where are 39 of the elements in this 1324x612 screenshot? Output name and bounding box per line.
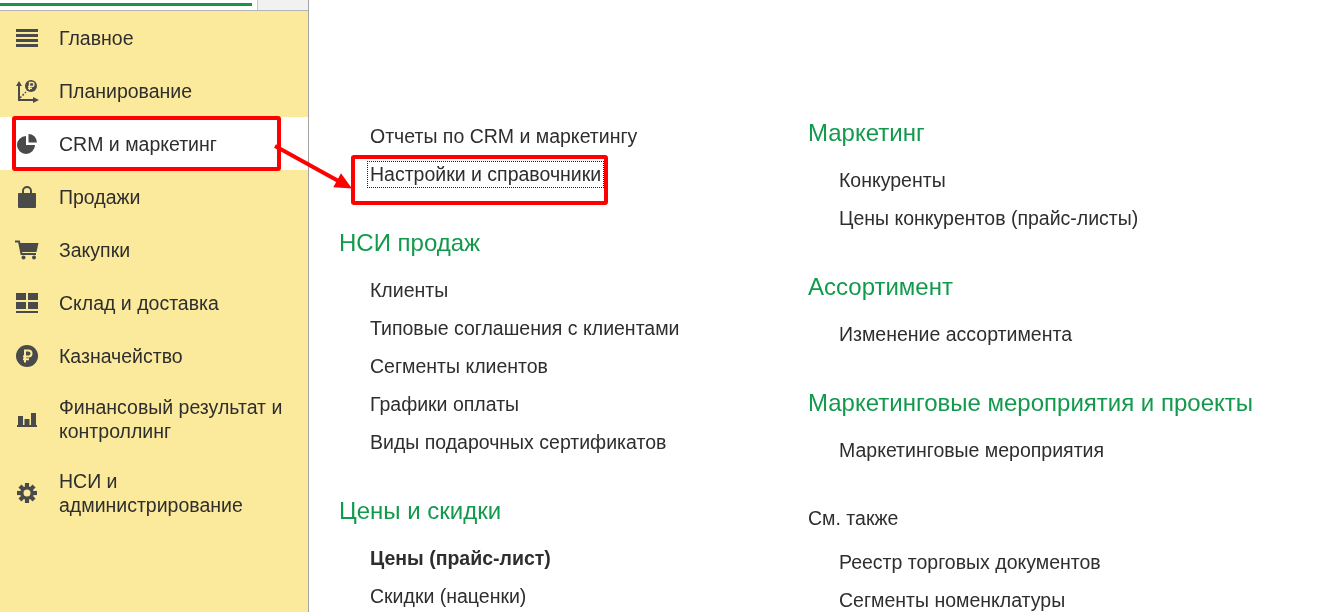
gear-icon [17, 483, 37, 503]
section-link[interactable]: Отчеты по CRM и маркетингу [367, 122, 641, 150]
section-link[interactable]: Настройки и справочники [367, 160, 605, 188]
section-link[interactable]: Изменение ассортимента [836, 320, 1075, 348]
section-link[interactable]: Сегменты номенклатуры [836, 586, 1069, 612]
section-heading: Маркетинговые мероприятия и проекты [808, 388, 1253, 418]
bar-chart-icon [17, 411, 37, 427]
section-heading: Ассортимент [808, 272, 953, 302]
sidebar-item[interactable]: Казначейство [0, 329, 308, 382]
sidebar-item[interactable]: Планирование [0, 64, 308, 117]
sidebar-item[interactable]: Закупки [0, 223, 308, 276]
shopping-cart-icon [15, 239, 39, 260]
ruble-coin-icon [16, 344, 38, 367]
menu-icon [16, 28, 38, 47]
section-link[interactable]: Маркетинговые мероприятия [836, 436, 1108, 464]
section-link[interactable]: Типовые соглашения с клиентами [367, 314, 683, 342]
sidebar-item[interactable]: Продажи [0, 170, 308, 223]
section-link[interactable]: Клиенты [367, 276, 452, 304]
section-link[interactable]: Виды подарочных сертификатов [367, 428, 670, 456]
shopping-bag-icon [17, 185, 37, 208]
section-heading: Цены и скидки [339, 496, 502, 526]
chart-axes-icon [15, 78, 39, 103]
corner-block [257, 0, 308, 10]
boxes-icon [16, 292, 38, 313]
sidebar-item[interactable]: НСИ и администрирование [0, 456, 308, 530]
see-also-heading: См. также [808, 506, 899, 531]
section-link[interactable]: Цены конкурентов (прайс-листы) [836, 204, 1142, 232]
section-link[interactable]: Конкуренты [836, 166, 949, 194]
section-link[interactable]: Сегменты клиентов [367, 352, 551, 380]
section-link[interactable]: Скидки (наценки) [367, 582, 530, 610]
section-link[interactable]: Реестр торговых документов [836, 548, 1104, 576]
section-link[interactable]: Цены (прайс-лист) [367, 544, 554, 572]
section-link[interactable]: Графики оплаты [367, 390, 523, 418]
sidebar-item[interactable]: Финансовый результат и контроллинг [0, 382, 308, 456]
sidebar-item[interactable]: Склад и доставка [0, 276, 308, 329]
sidebar-item[interactable]: Главное [0, 11, 308, 64]
pie-chart-icon [16, 132, 38, 155]
section-heading: НСИ продаж [339, 228, 481, 258]
section-heading: Маркетинг [808, 118, 925, 148]
